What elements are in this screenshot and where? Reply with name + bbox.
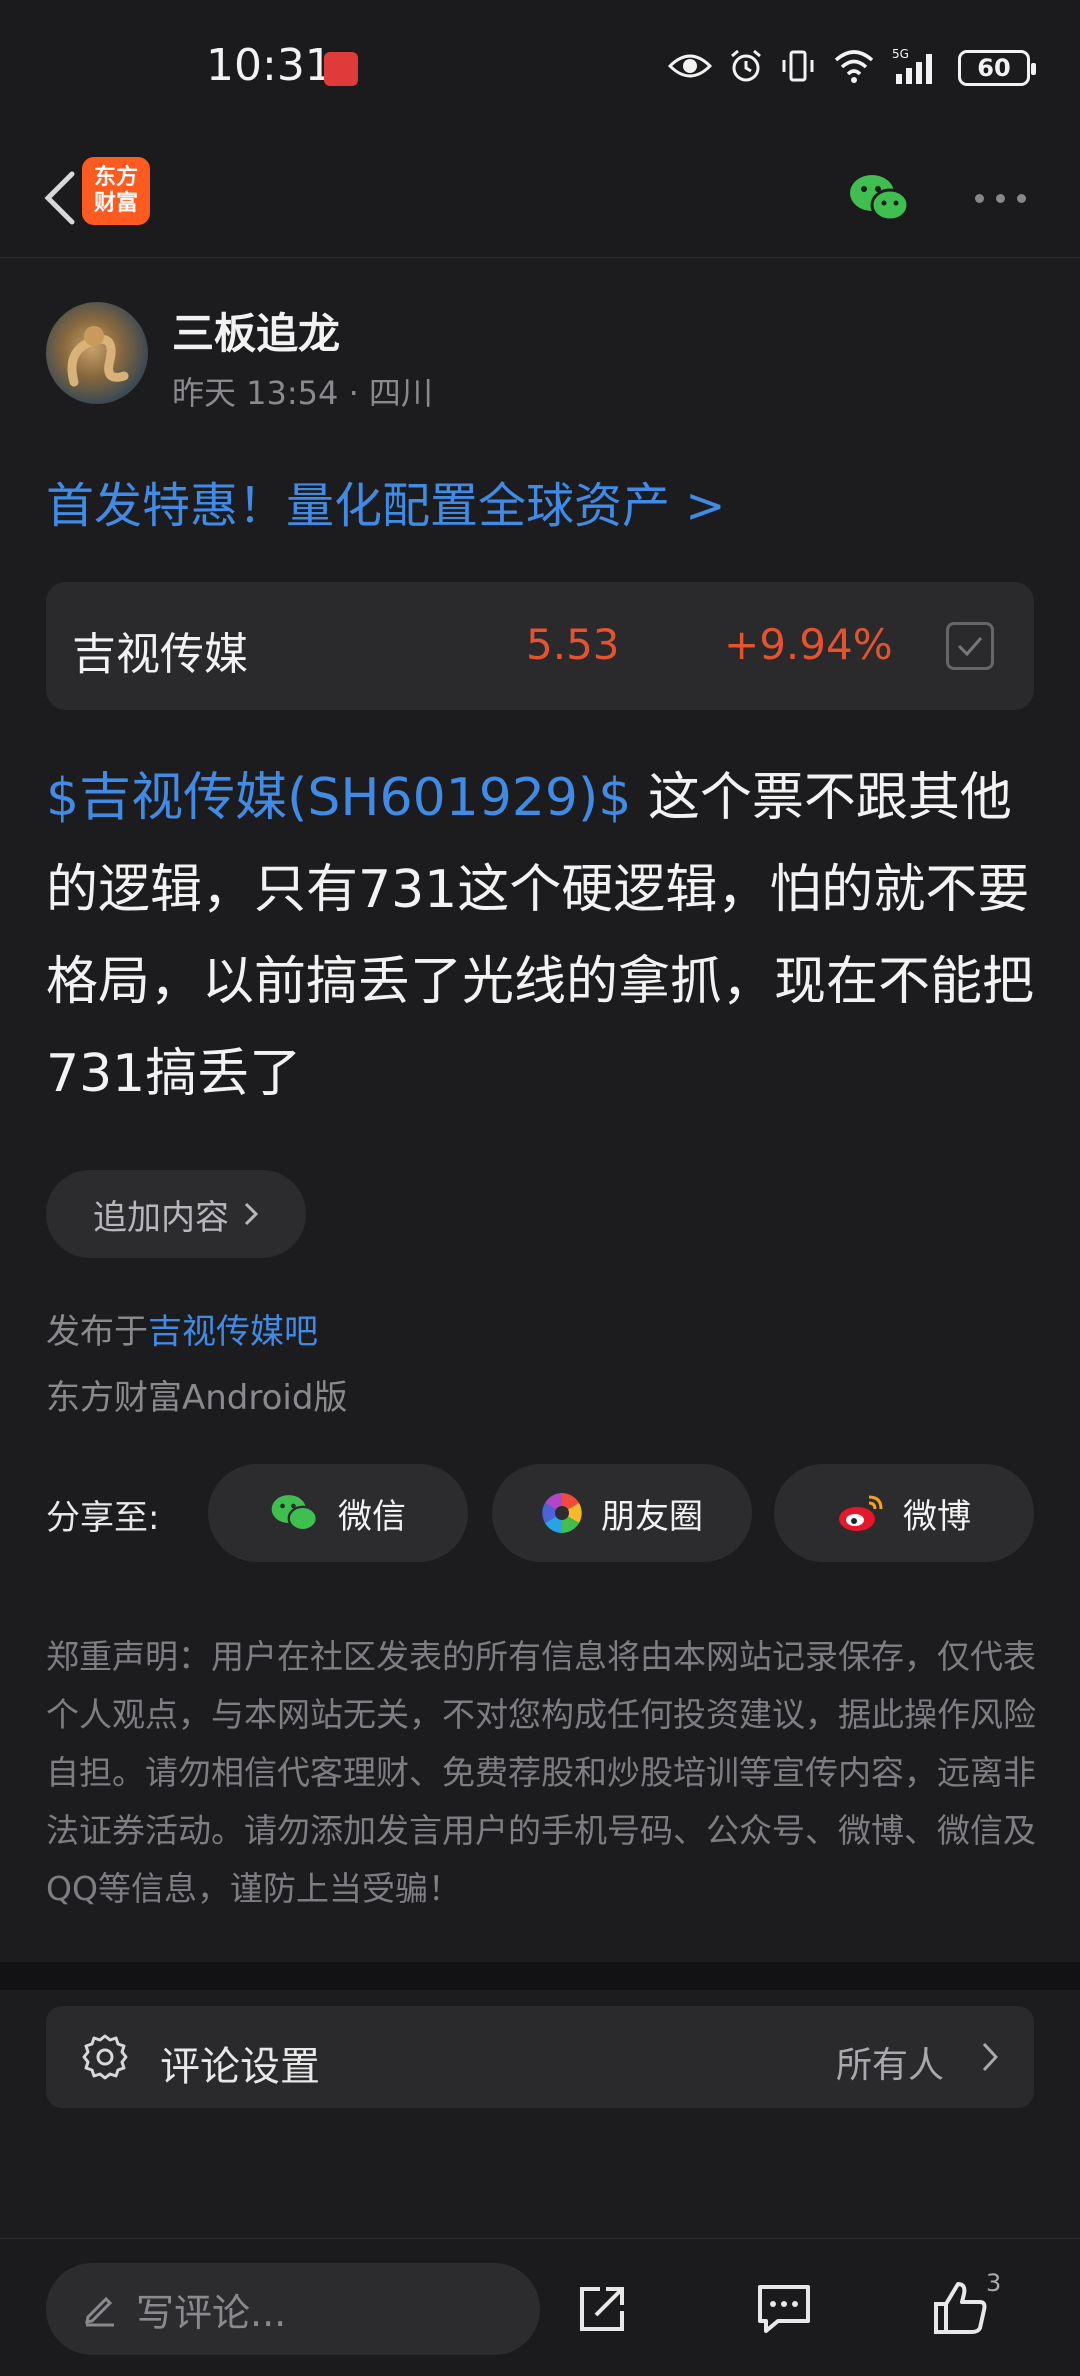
comment-placeholder: 写评论... (136, 2290, 287, 2335)
vibrate-icon (780, 48, 816, 88)
more-menu-button[interactable] (960, 158, 1040, 238)
bottom-action-bar: 写评论... 3 (0, 2238, 1080, 2376)
add-watchlist-checkbox[interactable] (946, 622, 994, 670)
app-logo[interactable]: 东方 财富 (82, 157, 150, 225)
published-in: 发布于吉视传媒吧 (46, 1312, 318, 1352)
post-meta: 昨天 13:54 · 四川 (172, 374, 433, 412)
append-content-button[interactable]: 追加内容 (46, 1170, 306, 1258)
promo-link[interactable]: 首发特惠！量化配置全球资产 > (46, 466, 725, 536)
section-divider (0, 1962, 1080, 1990)
chevron-right-icon (244, 1202, 259, 1226)
top-nav-bar: 东方 财富 (0, 140, 1080, 258)
platform-info: 东方财富Android版 (46, 1378, 348, 1418)
check-icon (957, 637, 983, 657)
share-label: 分享至: (46, 1498, 160, 1538)
stock-bar-link[interactable]: 吉视传媒吧 (148, 1312, 318, 1352)
comment-settings-label: 评论设置 (160, 2044, 320, 2090)
disclaimer: 郑重声明：用户在社区发表的所有信息将由本网站记录保存，仅代表个人观点，与本网站无… (46, 1637, 1036, 1908)
gear-icon (82, 2034, 128, 2080)
moments-icon (542, 1493, 582, 1533)
share-weibo-button[interactable]: 微博 (774, 1464, 1034, 1562)
post-body: $吉视传媒(SH601929)$ 这个票不跟其他的逻辑，只有731这个硬逻辑，怕… (46, 752, 1036, 1120)
thumbs-up-icon (934, 2282, 987, 2334)
share-out-icon (580, 2287, 624, 2331)
status-icons: 5G 60 (667, 46, 1036, 90)
pencil-icon (85, 2296, 114, 2327)
wechat-share-button[interactable] (840, 158, 920, 238)
like-count: 3 (986, 2269, 1002, 2297)
stock-name: 吉视传媒 (72, 629, 248, 680)
share-button[interactable] (562, 2269, 642, 2349)
wechat-icon (271, 1495, 318, 1532)
avatar[interactable] (46, 302, 148, 404)
chevron-left-icon (44, 171, 75, 225)
comment-icon (758, 2285, 810, 2333)
stock-tag-link[interactable]: $吉视传媒(SH601929)$ (46, 768, 631, 828)
more-icon (974, 193, 984, 203)
author-name[interactable]: 三板追龙 (172, 300, 340, 361)
wifi-icon (832, 48, 876, 88)
eye-icon (667, 50, 713, 86)
append-label: 追加内容 (93, 1197, 229, 1238)
comment-input[interactable]: 写评论... (46, 2263, 540, 2355)
share-moments-button[interactable]: 朋友圈 (492, 1464, 752, 1562)
stock-price: 5.53 (526, 620, 620, 669)
stock-card[interactable]: 吉视传媒 5.53 +9.94% (46, 582, 1034, 710)
comments-button[interactable] (744, 2269, 824, 2349)
status-time: 10:31 (206, 40, 333, 91)
alarm-icon (728, 48, 764, 88)
wechat-icon (850, 175, 910, 222)
svg-text:5G: 5G (892, 47, 909, 61)
status-bar: 10:31 5G 60 (0, 0, 1080, 140)
signal-icon: 5G (892, 46, 942, 90)
notification-icon (324, 52, 358, 86)
comment-settings-value: 所有人 (835, 2045, 944, 2086)
battery-indicator: 60 (958, 50, 1036, 86)
share-wechat-button[interactable]: 微信 (208, 1464, 468, 1562)
comment-settings-row[interactable]: 评论设置 所有人 (46, 2006, 1034, 2108)
weibo-icon (839, 1495, 883, 1531)
chevron-right-icon (982, 2042, 999, 2072)
stock-change: +9.94% (724, 620, 893, 669)
